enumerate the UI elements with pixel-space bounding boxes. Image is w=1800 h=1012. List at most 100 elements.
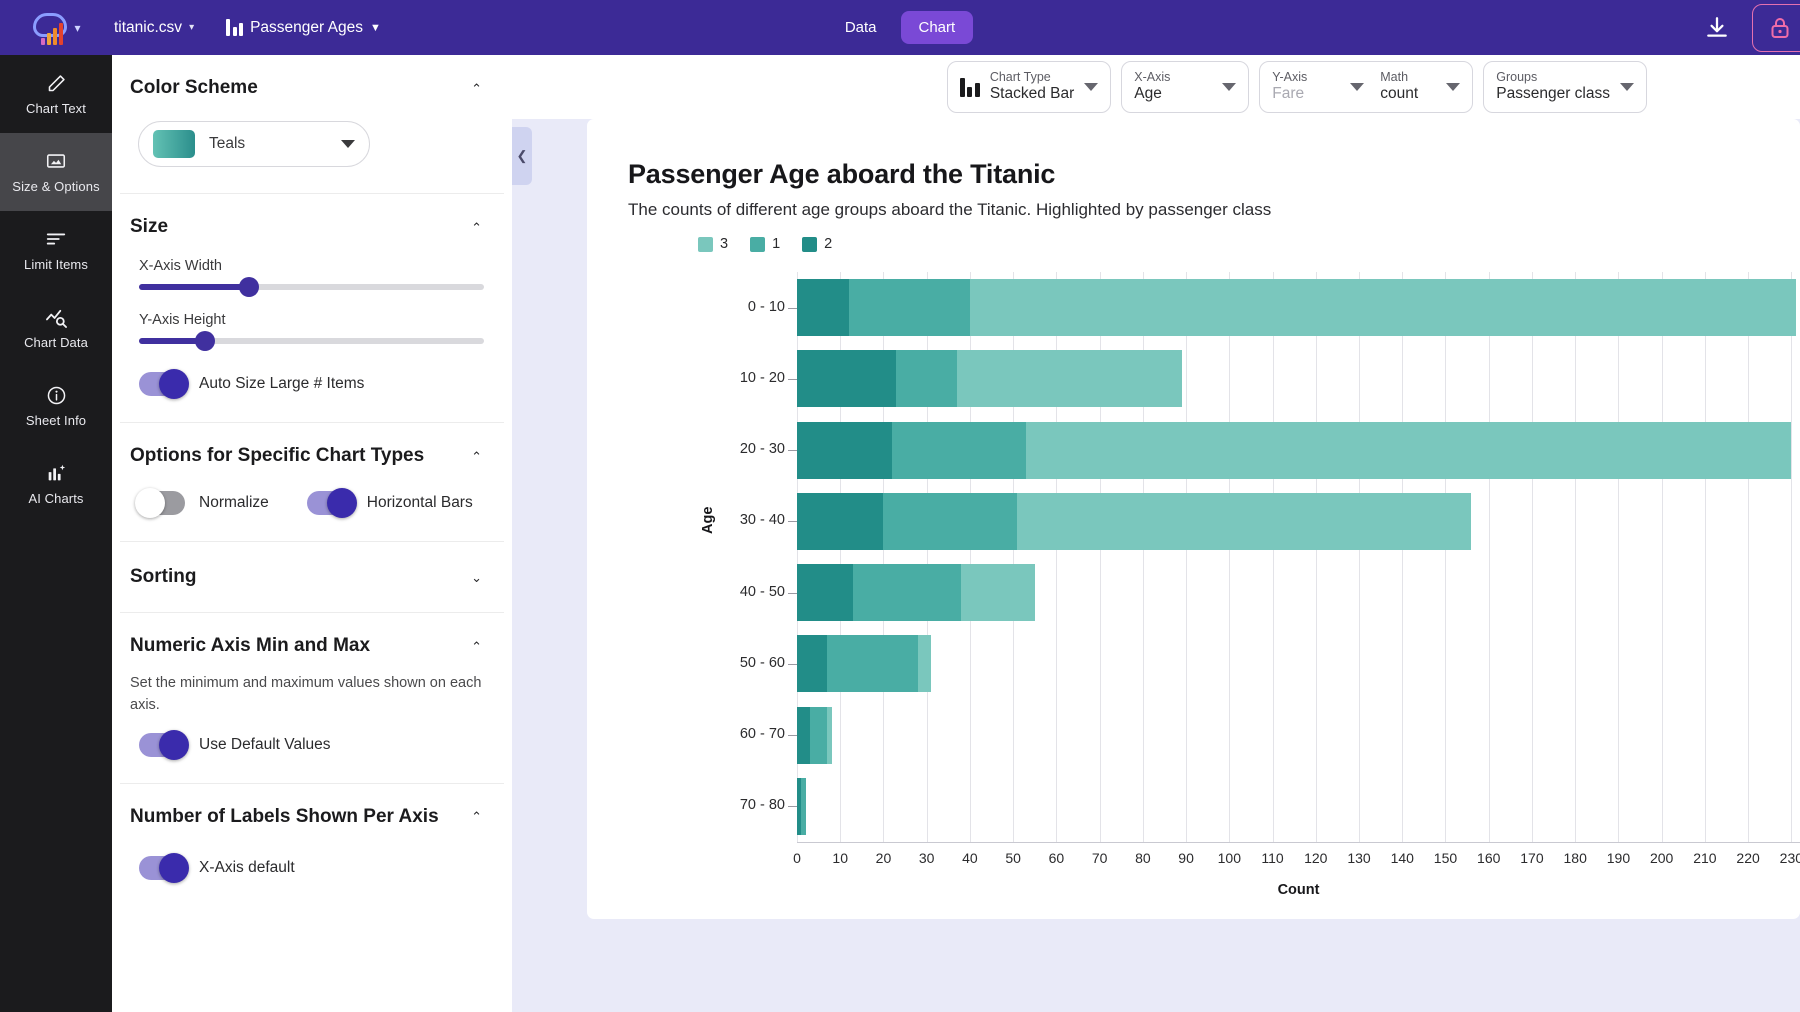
y-tick-label: 0 - 10: [747, 298, 785, 315]
bar-segment[interactable]: [918, 635, 931, 693]
bar-segment[interactable]: [1026, 421, 1792, 479]
bar-row[interactable]: [797, 777, 806, 835]
normalize-toggle[interactable]: [135, 488, 185, 518]
sidebar-item-chart-text[interactable]: Chart Text: [0, 55, 112, 133]
y-tick-label: 10 - 20: [739, 369, 785, 386]
section-header-chart-type-options[interactable]: Options for Specific Chart Types ⌃: [112, 423, 512, 483]
gridline: [1575, 272, 1577, 842]
chevron-down-icon[interactable]: ⌄: [471, 571, 482, 584]
y-axis-height-slider-thumb[interactable]: [194, 331, 215, 351]
bar-segment[interactable]: [827, 706, 832, 764]
triangle-down-icon: [1222, 83, 1237, 91]
bar-segment[interactable]: [896, 350, 957, 408]
chevron-up-icon[interactable]: ⌃: [471, 82, 482, 95]
bar-segment[interactable]: [797, 421, 893, 479]
file-selector[interactable]: titanic.csv ▾: [114, 19, 194, 37]
chevron-up-icon[interactable]: ⌃: [471, 640, 482, 653]
x-tick-label: 10: [832, 850, 849, 866]
bar-segment[interactable]: [797, 635, 828, 693]
x-axis-width-slider[interactable]: [139, 277, 484, 297]
section-chart-type-options: Options for Specific Chart Types ⌃ Norma…: [112, 423, 512, 518]
y-axis-math-dropdown[interactable]: Y-Axis Fare Math count: [1259, 61, 1474, 113]
chevron-up-icon[interactable]: ⌃: [471, 450, 482, 463]
bar-segment[interactable]: [892, 421, 1027, 479]
bar-segment[interactable]: [809, 706, 828, 764]
sidebar-label-chart-data: Chart Data: [24, 335, 88, 350]
sidebar-item-limit-items[interactable]: Limit Items: [0, 211, 112, 289]
tab-chart[interactable]: Chart: [900, 11, 974, 44]
panel-collapse-handle[interactable]: ❮: [512, 127, 532, 185]
bar-row[interactable]: [797, 350, 1182, 408]
bar-row[interactable]: [797, 492, 1472, 550]
app-logo[interactable]: ▾: [0, 0, 112, 55]
x-tick-label: 50: [1005, 850, 1021, 866]
sidebar-item-size-options[interactable]: Size & Options: [0, 133, 112, 211]
color-scheme-select[interactable]: Teals: [138, 121, 370, 167]
bar-segment[interactable]: [956, 350, 1182, 408]
bar-segment[interactable]: [961, 564, 1035, 622]
bar-segment[interactable]: [827, 635, 919, 693]
numeric-axis-help: Set the minimum and maximum values shown…: [130, 675, 482, 713]
x-axis-dropdown[interactable]: X-Axis Age: [1121, 61, 1250, 113]
bar-row[interactable]: [797, 421, 1792, 479]
bar-segment[interactable]: [797, 706, 810, 764]
bar-segment[interactable]: [797, 350, 897, 408]
chevron-left-icon: ❮: [516, 148, 528, 163]
y-axis-height-slider[interactable]: [139, 331, 484, 351]
bar-segment[interactable]: [883, 492, 1018, 550]
auto-size-toggle[interactable]: [139, 369, 189, 399]
bar-segment[interactable]: [969, 279, 1796, 337]
sidebar-item-sheet-info[interactable]: Sheet Info: [0, 367, 112, 445]
horizontal-bars-toggle[interactable]: [306, 488, 357, 518]
chevron-up-icon[interactable]: ⌃: [471, 221, 482, 234]
section-header-labels-per-axis[interactable]: Number of Labels Shown Per Axis ⌃: [112, 784, 512, 844]
chevron-up-icon[interactable]: ⌃: [471, 810, 482, 823]
chart-type-dropdown[interactable]: Chart Type Stacked Bar: [946, 61, 1112, 113]
x-tick-label: 200: [1649, 850, 1674, 866]
sidebar-item-chart-data[interactable]: Chart Data: [0, 289, 112, 367]
legend-item[interactable]: 2: [802, 236, 832, 252]
y-tick-label: 20 - 30: [739, 441, 785, 458]
x-tick-label: 170: [1520, 850, 1544, 866]
sidebar-label-sheet-info: Sheet Info: [25, 413, 87, 428]
x-axis-default-toggle[interactable]: [139, 852, 189, 883]
bar-row[interactable]: [797, 279, 1796, 337]
x-tick-label: 110: [1261, 850, 1284, 866]
y-tick-label: 50 - 60: [739, 654, 785, 671]
bar-segment[interactable]: [1017, 492, 1472, 550]
sheet-selector[interactable]: Passenger Ages ▼: [226, 19, 381, 37]
bar-row[interactable]: [797, 706, 832, 764]
bar-segment[interactable]: [853, 564, 962, 622]
bar-segment[interactable]: [848, 279, 970, 337]
bar-row[interactable]: [797, 635, 931, 693]
x-tick-label: 140: [1390, 850, 1414, 866]
y-tick: [788, 307, 797, 309]
sidebar-item-ai-charts[interactable]: AI Charts: [0, 445, 112, 523]
legend-swatch: [802, 236, 818, 252]
legend-label: 2: [824, 236, 833, 252]
section-header-numeric-axis[interactable]: Numeric Axis Min and Max ⌃: [112, 613, 512, 673]
section-sorting: Sorting ⌄: [112, 542, 512, 612]
tab-data[interactable]: Data: [827, 11, 895, 44]
section-header-color-scheme[interactable]: Color Scheme ⌃: [112, 55, 512, 115]
chart-title: Passenger Age aboard the Titanic: [628, 159, 1056, 189]
gridline: [1791, 272, 1793, 842]
use-default-values-toggle[interactable]: [139, 729, 189, 760]
triangle-down-icon[interactable]: [1350, 83, 1365, 91]
app-header: ▾ titanic.csv ▾ Passenger Ages ▼ Data Ch…: [0, 0, 1800, 55]
bar-segment[interactable]: [801, 777, 806, 835]
legend-item[interactable]: 1: [750, 236, 780, 252]
bar-segment[interactable]: [797, 279, 849, 337]
bar-segment[interactable]: [797, 492, 884, 550]
groups-dropdown[interactable]: Groups Passenger class: [1483, 61, 1647, 113]
x-tick-label: 220: [1736, 850, 1760, 866]
normalize-label: Normalize: [199, 494, 269, 511]
section-header-size[interactable]: Size ⌃: [112, 194, 512, 254]
lock-button[interactable]: [1752, 3, 1800, 52]
bar-segment[interactable]: [797, 564, 854, 622]
legend-item[interactable]: 3: [698, 236, 728, 252]
bar-row[interactable]: [797, 564, 1035, 622]
section-header-sorting[interactable]: Sorting ⌄: [112, 542, 512, 612]
download-button[interactable]: [1700, 11, 1734, 45]
triangle-down-icon[interactable]: [1446, 83, 1461, 91]
